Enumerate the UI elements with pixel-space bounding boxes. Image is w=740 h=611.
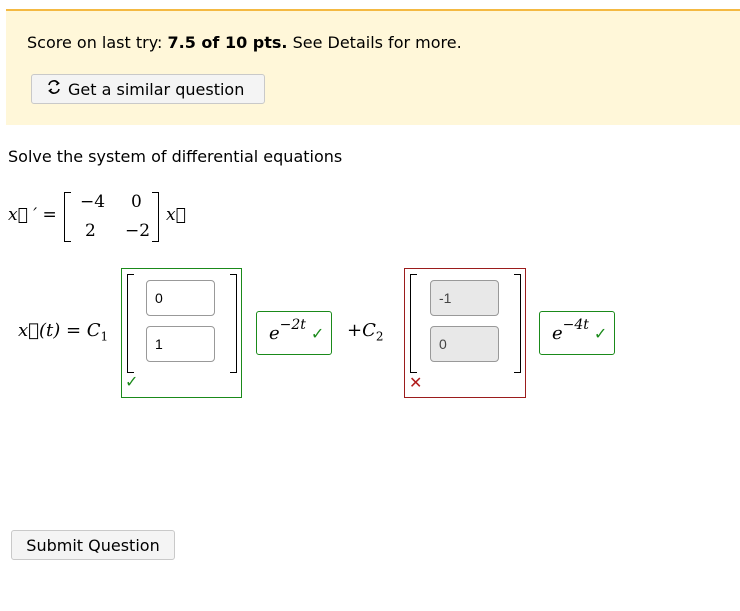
system-rhs-vector: x⃗	[166, 205, 186, 225]
plus-c2: +C2	[347, 320, 384, 344]
exponent1-correct-icon: ✓	[310, 323, 325, 343]
matrix-cell-00: −4	[80, 192, 106, 212]
vector1-right-bracket	[230, 274, 237, 373]
vector2-entry-2[interactable]	[430, 326, 499, 362]
exponent2-answer-box[interactable]: e −4t ✓	[539, 311, 615, 355]
vector2-entry-1[interactable]	[430, 280, 499, 316]
vector2-left-bracket	[410, 274, 417, 373]
exp1-base: e	[269, 322, 280, 344]
vector1-entry-1[interactable]	[146, 280, 215, 316]
exp2-base: e	[552, 322, 563, 344]
score-prefix: Score on last try:	[27, 33, 168, 52]
vector2-incorrect-icon: ✕	[409, 373, 423, 392]
c2-subscript: 2	[375, 329, 384, 344]
matrix-cell-01: 0	[131, 192, 142, 212]
exp1-power: −2t	[279, 317, 306, 333]
matrix-cell-11: −2	[125, 221, 151, 241]
vector2-right-bracket	[514, 274, 521, 373]
similar-button-label: Get a similar question	[68, 79, 245, 99]
exponent2-correct-icon: ✓	[593, 323, 608, 343]
score-suffix: See Details for more.	[287, 33, 462, 52]
system-lhs: x⃗ ′ =	[8, 205, 57, 225]
vector1-correct-icon: ✓	[125, 372, 139, 391]
plus-c-text: +C	[347, 320, 376, 341]
vector2-answer-box: ✕	[404, 268, 526, 398]
score-text: Score on last try: 7.5 of 10 pts. See De…	[27, 33, 462, 52]
vector1-answer-box: ✓	[121, 268, 242, 398]
vector1-entry-2[interactable]	[146, 326, 215, 362]
answer-lhs: x⃗(t) = C1	[18, 320, 108, 344]
question-prompt: Solve the system of differential equatio…	[8, 147, 343, 166]
answer-lhs-text: x⃗(t) = C	[18, 320, 101, 341]
vector1-left-bracket	[127, 274, 134, 373]
exponent1-answer-box[interactable]: e −2t ✓	[256, 311, 332, 355]
refresh-icon	[46, 79, 62, 99]
matrix-cell-10: 2	[85, 221, 96, 241]
score-banner: Score on last try: 7.5 of 10 pts. See De…	[6, 9, 740, 125]
matrix-right-bracket	[152, 192, 159, 242]
exp2-power: −4t	[562, 317, 589, 333]
score-value: 7.5 of 10 pts.	[167, 33, 288, 52]
matrix-left-bracket	[64, 192, 71, 242]
get-similar-question-button[interactable]: Get a similar question	[31, 74, 265, 104]
c1-subscript: 1	[100, 329, 109, 344]
submit-question-button[interactable]: Submit Question	[11, 530, 175, 560]
